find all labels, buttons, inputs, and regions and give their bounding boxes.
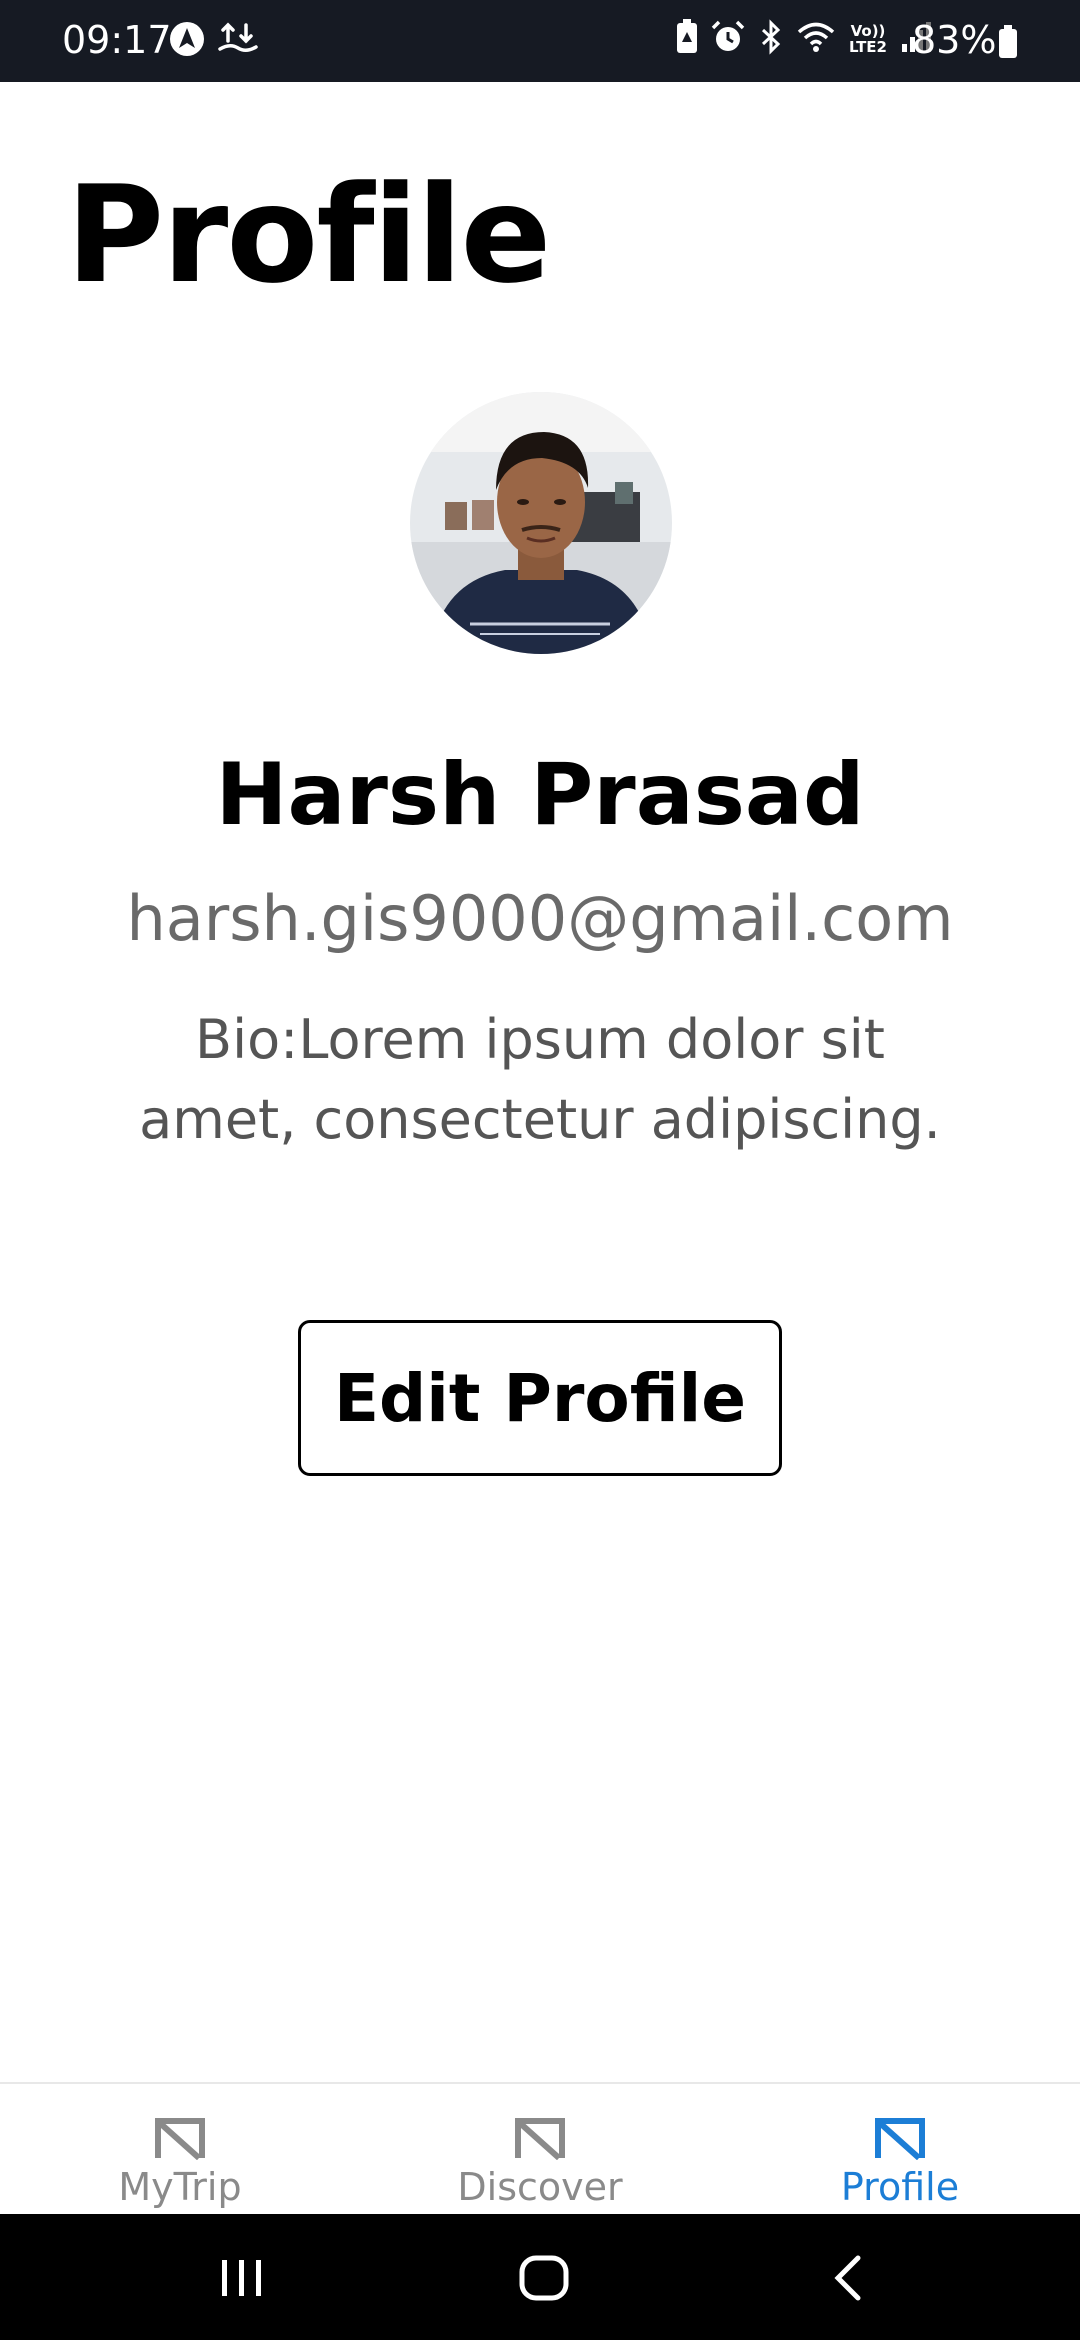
data-transfer-icon xyxy=(218,21,258,61)
bottom-tab-bar: MyTrip Discover Profile xyxy=(0,2082,1080,2214)
battery-percentage: 83% xyxy=(912,18,997,62)
back-button[interactable] xyxy=(818,2252,878,2304)
battery-saver-icon xyxy=(674,18,700,60)
system-nav-bar xyxy=(0,2214,1080,2340)
recent-apps-button[interactable] xyxy=(212,2252,272,2304)
profile-bio: Bio:Lorem ipsum dolor sit amet, consecte… xyxy=(139,1008,941,1151)
tab-label-profile: Profile xyxy=(840,2165,960,2209)
home-icon xyxy=(519,2255,569,2301)
profile-email: harsh.gis9000@gmail.com xyxy=(126,882,954,955)
tab-mytrip[interactable]: MyTrip xyxy=(0,2084,360,2214)
profile-icon xyxy=(875,2118,925,2164)
battery-icon xyxy=(998,25,1018,63)
status-bar: 09:17 Vo)) LTE2 83% xyxy=(0,0,1080,82)
status-left-icons xyxy=(168,20,258,62)
page-title: Profile xyxy=(66,157,551,313)
navigation-app-icon xyxy=(168,20,206,62)
home-button[interactable] xyxy=(514,2252,574,2304)
back-icon xyxy=(834,2255,861,2301)
tab-label-mytrip: MyTrip xyxy=(118,2165,242,2209)
profile-name: Harsh Prasad xyxy=(215,745,865,845)
bluetooth-icon xyxy=(756,19,786,59)
tab-discover[interactable]: Discover xyxy=(360,2084,720,2214)
volte-lte2-icon: Vo)) LTE2 xyxy=(849,22,887,56)
recent-apps-icon xyxy=(222,2260,261,2296)
status-right-icons: Vo)) LTE2 xyxy=(674,18,932,60)
discover-icon xyxy=(515,2118,565,2164)
status-time: 09:17 xyxy=(62,18,172,62)
tab-label-discover: Discover xyxy=(457,2165,623,2209)
avatar[interactable] xyxy=(410,392,672,654)
edit-profile-button[interactable]: Edit Profile xyxy=(298,1320,782,1476)
alarm-icon xyxy=(710,19,746,59)
tab-profile[interactable]: Profile xyxy=(720,2084,1080,2214)
wifi-icon xyxy=(796,19,836,59)
mytrip-icon xyxy=(155,2118,205,2164)
